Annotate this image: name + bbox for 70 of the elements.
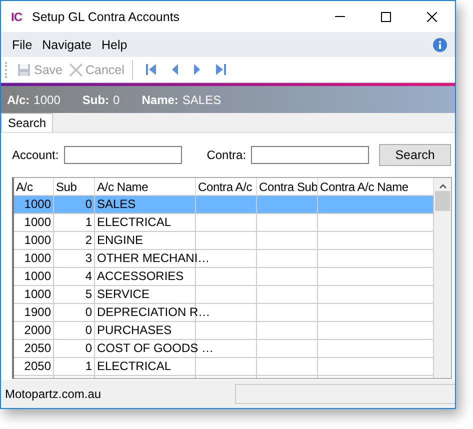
table-row[interactable]: 1900 0 DEPRECIATION R… <box>14 304 434 322</box>
table-cell: PURCHASES <box>97 323 172 337</box>
contra-field[interactable] <box>251 146 370 164</box>
table-cell: 2050 <box>24 341 51 355</box>
table-cell: 1000 <box>24 269 51 283</box>
table-cell: OTHER MECHANI… <box>97 251 210 265</box>
table-cell: 1000 <box>24 233 51 247</box>
table-row[interactable]: 2050 0 COST OF GOODS … <box>14 340 434 358</box>
previous-icon <box>171 63 180 76</box>
table-cell: SALES <box>97 197 136 211</box>
menu-item[interactable]: Help <box>96 38 132 52</box>
search-button[interactable]: Search <box>379 144 451 166</box>
contra-label: Contra: <box>206 148 246 162</box>
info-icon[interactable] <box>433 38 447 52</box>
table-row[interactable]: 1000 0 SALES <box>14 196 434 214</box>
table-cell: 2000 <box>24 323 51 337</box>
table-cell: 3 <box>85 251 92 265</box>
table-cell: 2 <box>85 233 92 247</box>
table-cell: ACCESSORIES <box>97 269 184 283</box>
table-row[interactable]: 2000 0 PURCHASES <box>14 322 434 340</box>
menu-item[interactable]: Navigate <box>37 38 96 52</box>
scroll-thumb[interactable] <box>435 191 450 211</box>
table-cell: 0 <box>85 341 92 355</box>
table-cell: DEPRECIATION R… <box>97 305 210 319</box>
maximize-icon <box>381 12 391 22</box>
table-cell: 1000 <box>24 215 51 229</box>
table-cell: 1000 <box>24 197 51 211</box>
account-field[interactable] <box>64 146 182 164</box>
first-record-icon <box>145 63 158 76</box>
next-icon <box>193 63 202 76</box>
table-cell: 0 <box>85 197 92 211</box>
table-row[interactable]: 2050 1 ELECTRICAL <box>14 358 434 376</box>
table-row[interactable]: 1000 3 OTHER MECHANI… <box>14 250 434 268</box>
status-text: Motopartz.com.au <box>5 387 102 401</box>
table-cell: 1000 <box>24 251 51 265</box>
table-cell: 1 <box>85 215 92 229</box>
table-cell: ELECTRICAL <box>97 215 172 229</box>
table-cell: ELECTRICAL <box>97 359 172 373</box>
field-label: A/c: <box>7 92 30 106</box>
table-cell: COST OF GOODS … <box>97 341 214 355</box>
close-icon <box>427 12 437 22</box>
app-logo: IC <box>11 10 22 24</box>
field-label: Sub: <box>82 92 110 106</box>
table-row[interactable]: 1000 5 SERVICE <box>14 286 434 304</box>
field-value: SALES <box>182 92 222 106</box>
table-cell: 4 <box>85 269 92 283</box>
account-label: Account: <box>12 148 59 162</box>
tab[interactable]: Search <box>1 113 54 132</box>
table-cell: ENGINE <box>97 233 144 247</box>
scrollbar[interactable] <box>434 178 451 378</box>
table-row[interactable]: 1000 1 ELECTRICAL <box>14 214 434 232</box>
cross-icon <box>68 62 82 76</box>
table-cell: 0 <box>85 305 92 319</box>
table-cell: 1900 <box>24 305 51 319</box>
table-cell: SERVICE <box>97 287 150 301</box>
table-cell: 5 <box>85 287 92 301</box>
table-row[interactable]: 1000 4 ACCESSORIES <box>14 268 434 286</box>
table-cell: 2050 <box>24 359 51 373</box>
field-value: 1000 <box>34 92 60 106</box>
field-value: 0 <box>113 92 120 106</box>
table-cell: 1 <box>85 359 92 373</box>
table-cell: 1000 <box>24 287 51 301</box>
minimize-icon <box>335 16 345 17</box>
table-row[interactable]: 1000 2 ENGINE <box>14 232 434 250</box>
field-label: Name: <box>142 92 178 106</box>
window-title: Setup GL Contra Accounts <box>32 10 181 24</box>
last-record-icon <box>215 63 228 76</box>
table-cell: 0 <box>85 323 92 337</box>
scroll-up-icon <box>438 184 446 189</box>
menu-item[interactable]: File <box>7 38 38 52</box>
